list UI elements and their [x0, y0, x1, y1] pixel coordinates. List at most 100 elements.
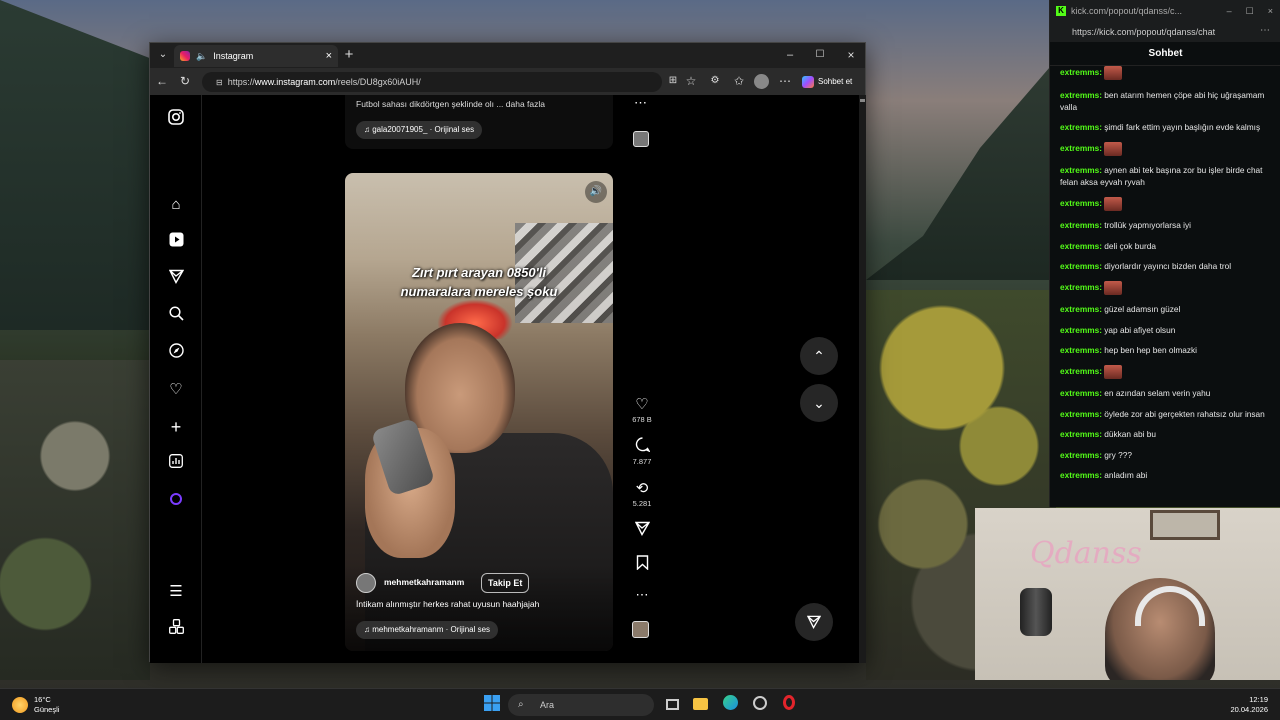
messages-fab-button[interactable]	[795, 603, 833, 641]
messages-send-icon[interactable]	[166, 269, 186, 289]
next-reel-button[interactable]: ⌄	[800, 384, 838, 422]
chat-username[interactable]: extremms:	[1060, 67, 1102, 77]
chat-username[interactable]: extremms:	[1060, 345, 1102, 355]
chat-username[interactable]: extremms:	[1060, 304, 1102, 314]
chat-username[interactable]: extremms:	[1060, 450, 1102, 460]
chat-username[interactable]: extremms:	[1060, 470, 1102, 480]
home-icon[interactable]: ⌂	[166, 195, 186, 215]
follow-button[interactable]: Takip Et	[481, 573, 530, 593]
reel-audio[interactable]: ♫ mehmetkahramanm · Orijinal ses	[356, 621, 499, 639]
reel-overlay-line-2: numaralara mereles şoku	[400, 284, 558, 299]
search-icon[interactable]	[166, 306, 186, 326]
copilot-button[interactable]: Sohbet et	[802, 73, 852, 90]
chat-username[interactable]: extremms:	[1060, 122, 1102, 132]
steam-icon[interactable]	[750, 695, 770, 715]
minimize-icon[interactable]: –	[1227, 6, 1232, 17]
reel-author-avatar[interactable]	[356, 573, 376, 593]
close-icon[interactable]: ×	[1268, 6, 1273, 17]
reload-icon[interactable]: ↻	[176, 72, 194, 90]
back-icon[interactable]: ←	[153, 72, 171, 90]
chat-username[interactable]: extremms:	[1060, 429, 1102, 439]
chat-username[interactable]: extremms:	[1060, 198, 1102, 208]
chat-message-list[interactable]: extremms: extremms: ben atarım hemen çöp…	[1060, 66, 1272, 506]
chat-url-field[interactable]: https://kick.com/popout/qdanss/chat	[1050, 22, 1280, 42]
profile-avatar-icon[interactable]	[166, 491, 186, 511]
edge-browser-icon[interactable]	[720, 695, 740, 715]
previous-reel-card[interactable]: Futbol sahası dikdörtgen şeklinde olı ..…	[345, 95, 613, 149]
webcam-overlay: Qdanss	[975, 508, 1280, 680]
extensions-icon[interactable]: ⚙	[706, 72, 724, 90]
share-send-icon[interactable]	[630, 521, 654, 540]
notifications-heart-icon[interactable]: ♡	[166, 380, 186, 400]
like-heart-icon[interactable]: ♡	[630, 395, 654, 413]
sound-toggle-icon[interactable]: 🔊	[585, 181, 607, 203]
reel-audio-thumb[interactable]	[632, 621, 649, 638]
chat-username[interactable]: extremms:	[1060, 282, 1102, 292]
chat-message: extremms:	[1060, 280, 1272, 295]
taskbar-search[interactable]: ⌕ Ara	[508, 694, 654, 716]
previous-reel-audio-thumb[interactable]	[633, 131, 649, 147]
previous-reel-button[interactable]: ⌃	[800, 337, 838, 375]
chat-username[interactable]: extremms:	[1060, 143, 1102, 153]
chat-username[interactable]: extremms:	[1060, 261, 1102, 271]
chat-username[interactable]: extremms:	[1060, 220, 1102, 230]
weather-widget[interactable]: 16°C Güneşli	[34, 695, 59, 715]
more-menu-icon[interactable]: ⋯	[776, 72, 794, 90]
clock-date: 20.04.2026	[1230, 705, 1268, 714]
url-field[interactable]: ⊟ https://www.instagram.com/reels/DU8gx6…	[202, 72, 662, 92]
file-explorer-icon[interactable]	[690, 695, 710, 715]
app-available-icon[interactable]: ⊞	[664, 72, 682, 90]
scrollbar-thumb[interactable]	[860, 99, 865, 102]
reel-video[interactable]: Zırt pırt arayan 0850'li numaralara mere…	[345, 173, 613, 651]
kick-chat-window: K kick.com/popout/qdanss/c... – ☐ × http…	[1049, 0, 1280, 507]
more-menu-hamburger-icon[interactable]: ☰	[166, 582, 186, 602]
favorites-icon[interactable]: ✩	[730, 72, 748, 90]
chat-username[interactable]: extremms:	[1060, 241, 1102, 251]
comment-icon[interactable]	[630, 437, 654, 456]
chat-username[interactable]: extremms:	[1060, 90, 1102, 100]
opera-browser-icon[interactable]	[779, 695, 799, 715]
chat-username[interactable]: extremms:	[1060, 366, 1102, 376]
reels-icon[interactable]	[166, 232, 186, 252]
dashboard-icon[interactable]	[166, 454, 186, 474]
tab-list-icon[interactable]: ⌄	[154, 46, 172, 64]
tab-close-icon[interactable]: ×	[326, 50, 332, 62]
previous-reel-caption[interactable]: Futbol sahası dikdörtgen şeklinde olı ..…	[356, 99, 545, 109]
chat-username[interactable]: extremms:	[1060, 325, 1102, 335]
comment-count: 7.877	[632, 457, 652, 466]
also-from-meta-icon[interactable]	[166, 619, 186, 639]
minimize-icon[interactable]: –	[781, 46, 799, 64]
chat-message-text: gry ???	[1104, 449, 1132, 460]
previous-reel-more-icon[interactable]: ⋯	[634, 95, 647, 111]
profile-avatar[interactable]	[754, 74, 769, 89]
instagram-logo-icon[interactable]	[166, 109, 186, 129]
site-info-icon[interactable]: ⊟	[216, 78, 223, 87]
system-clock[interactable]: 12:19 20.04.2026	[1222, 695, 1268, 715]
speaker-icon[interactable]: 🔈	[196, 51, 207, 62]
maximize-icon[interactable]: ☐	[1246, 6, 1254, 17]
chat-username[interactable]: extremms:	[1060, 409, 1102, 419]
instagram-favicon-icon	[180, 51, 190, 61]
reel-more-icon[interactable]: ⋯	[630, 587, 654, 603]
task-view-icon[interactable]	[662, 695, 682, 715]
create-plus-icon[interactable]: +	[166, 417, 186, 437]
repost-icon[interactable]: ⟲	[630, 479, 654, 497]
reel-audio-label: mehmetkahramanm · Orijinal ses	[372, 625, 491, 634]
maximize-icon[interactable]: ☐	[811, 46, 829, 64]
windows-start-icon[interactable]	[482, 695, 502, 715]
window-close-icon[interactable]: ×	[842, 46, 860, 64]
previous-reel-audio[interactable]: ♫ gala20071905_ · Orijinal ses	[356, 121, 483, 139]
page-scrollbar[interactable]	[859, 95, 866, 663]
chat-emote-icon	[1104, 66, 1123, 80]
weather-sun-icon[interactable]	[12, 697, 28, 713]
tab-instagram[interactable]: 🔈 Instagram ×	[174, 45, 338, 67]
save-bookmark-icon[interactable]	[630, 555, 654, 574]
new-tab-icon[interactable]: +	[340, 46, 358, 64]
favorite-star-icon[interactable]: ☆	[682, 72, 700, 90]
chat-username[interactable]: extremms:	[1060, 388, 1102, 398]
explore-compass-icon[interactable]	[166, 343, 186, 363]
chat-more-icon[interactable]: ⋯	[1260, 25, 1270, 36]
reel-author-username[interactable]: mehmetkahramanm	[384, 577, 464, 587]
chat-username[interactable]: extremms:	[1060, 165, 1102, 175]
reel-caption[interactable]: İntikam alınmıştır herkes rahat uyusun h…	[356, 599, 539, 609]
